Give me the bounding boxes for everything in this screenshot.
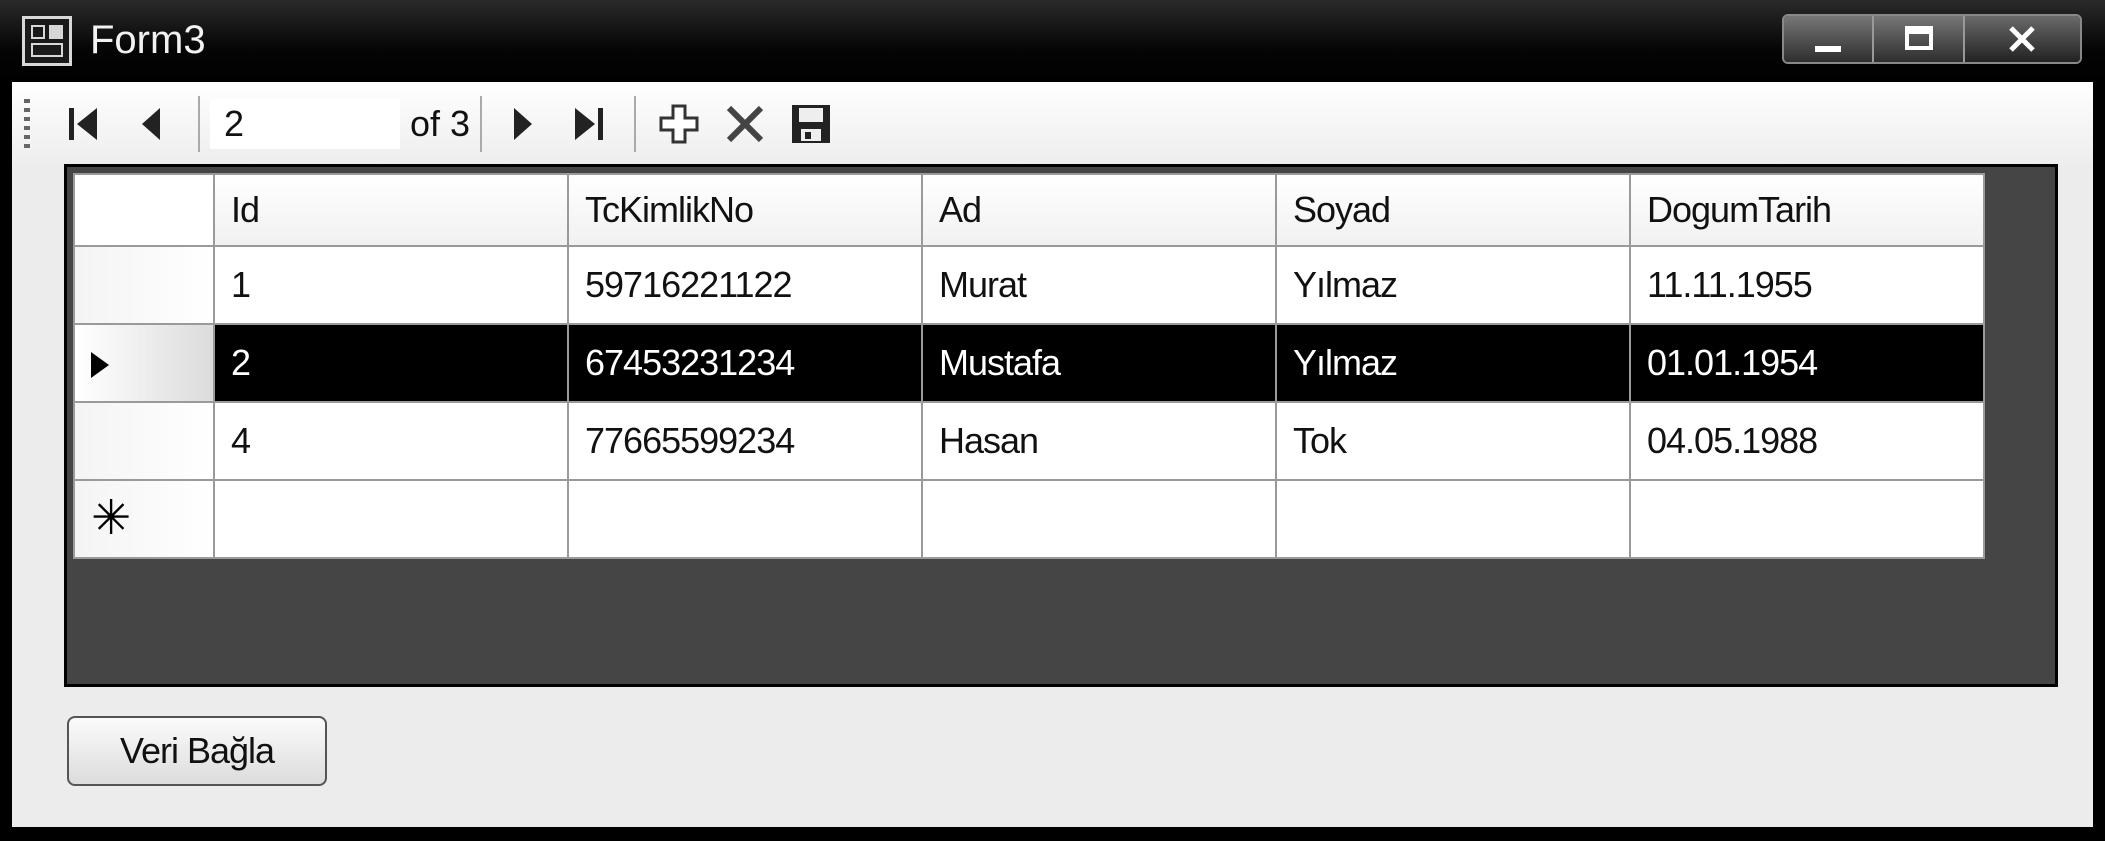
cell-dogumtarih[interactable]: 11.11.1955 [1629,245,1985,325]
cell-tckimlikno[interactable] [567,479,923,559]
cell-soyad[interactable]: Yılmaz [1275,323,1631,403]
cell-dogumtarih[interactable]: 04.05.1988 [1629,401,1985,481]
form-window: Form3 of 3 [0,0,2105,841]
current-row-arrow-icon [91,352,109,379]
row-header[interactable] [73,323,215,403]
data-grid-view[interactable]: Id TcKimlikNo Ad Soyad DogumTarih 1 5971… [64,164,2058,687]
cell-tckimlikno[interactable]: 77665599234 [567,401,923,481]
column-header-tckimlikno[interactable]: TcKimlikNo [567,173,923,247]
cell-ad[interactable]: Murat [921,245,1277,325]
delete-button[interactable] [712,94,778,154]
close-button[interactable] [1964,16,2080,62]
move-first-button[interactable] [48,94,118,154]
maximize-button[interactable] [1874,16,1965,62]
table-row-selected[interactable]: 2 67453231234 Mustafa Yılmaz 01.01.1954 [73,323,1985,403]
header-row: Id TcKimlikNo Ad Soyad DogumTarih [73,173,1985,247]
cell-dogumtarih[interactable] [1629,479,1985,559]
delete-icon [726,105,764,143]
save-icon [792,105,831,143]
cell-tckimlikno[interactable]: 59716221122 [567,245,923,325]
toolbar-separator [480,96,483,152]
cell-id[interactable]: 2 [213,323,569,403]
cell-soyad[interactable]: Tok [1275,401,1631,481]
save-button[interactable] [778,94,844,154]
cell-id[interactable] [213,479,569,559]
table-row[interactable]: 4 77665599234 Hasan Tok 04.05.1988 [73,401,1985,481]
new-row[interactable]: ✳ [73,479,1985,559]
client-area: of 3 Id TcKim [12,82,2093,827]
cell-id[interactable]: 1 [213,245,569,325]
move-previous-icon [142,108,160,140]
bind-data-button[interactable]: Veri Bağla [67,716,327,786]
minimize-button[interactable] [1784,16,1875,62]
table-row[interactable]: 1 59716221122 Murat Yılmaz 11.11.1955 [73,245,1985,325]
maximize-icon [1904,26,1933,50]
window-controls [1782,14,2082,64]
column-header-dogumtarih[interactable]: DogumTarih [1629,173,1985,247]
move-previous-button[interactable] [118,94,188,154]
new-row-star-icon: ✳ [91,492,131,545]
move-last-button[interactable] [554,94,624,154]
move-next-button[interactable] [492,94,554,154]
data-table: Id TcKimlikNo Ad Soyad DogumTarih 1 5971… [73,173,1985,559]
row-header[interactable] [73,401,215,481]
title-bar[interactable]: Form3 [0,0,2105,82]
row-header[interactable]: ✳ [73,479,215,559]
add-new-icon [659,104,699,144]
cell-ad[interactable]: Mustafa [921,323,1277,403]
column-header-soyad[interactable]: Soyad [1275,173,1631,247]
window-title: Form3 [90,18,206,62]
toolbar-separator [634,96,637,152]
cell-soyad[interactable] [1275,479,1631,559]
add-new-button[interactable] [646,94,712,154]
corner-header[interactable] [73,173,215,247]
close-icon [2009,26,2036,52]
cell-id[interactable]: 4 [213,401,569,481]
column-header-id[interactable]: Id [213,173,569,247]
count-label: of 3 [410,103,471,144]
cell-soyad[interactable]: Yılmaz [1275,245,1631,325]
minimize-icon [1815,46,1842,52]
toolbar-grip[interactable] [24,99,30,149]
row-header[interactable] [73,245,215,325]
cell-ad[interactable] [921,479,1277,559]
column-header-ad[interactable]: Ad [921,173,1277,247]
app-icon[interactable] [22,16,72,66]
move-next-icon [514,108,533,140]
cell-ad[interactable]: Hasan [921,401,1277,481]
position-input[interactable] [210,99,400,149]
binding-navigator: of 3 [12,82,2093,166]
move-first-icon [69,108,97,140]
cell-tckimlikno[interactable]: 67453231234 [567,323,923,403]
cell-dogumtarih[interactable]: 01.01.1954 [1629,323,1985,403]
move-last-icon [575,108,604,140]
toolbar-separator [198,96,200,152]
